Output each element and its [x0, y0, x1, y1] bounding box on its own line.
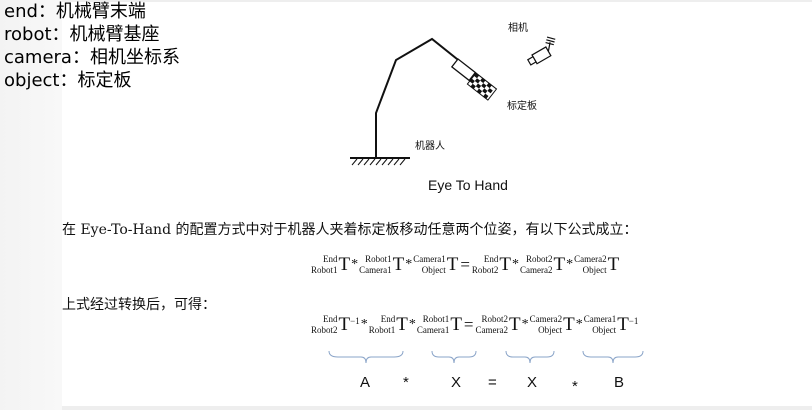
symbol-x-1: X: [451, 374, 462, 391]
multiply-op: *: [405, 257, 413, 272]
legend: end：机械臂末端 robot：机械臂基座 camera：相机坐标系 objec…: [4, 0, 180, 92]
transform-term: Camera2 Object T: [574, 254, 620, 275]
transform-term: End Robot1 T: [311, 254, 351, 275]
transform-term: Robot2 Camera2 T: [475, 314, 521, 335]
transform-term: Camera1 Object T −1: [583, 314, 639, 335]
equals-op: =: [463, 315, 474, 334]
multiply-op: *: [408, 317, 416, 332]
symbol-equals: =: [488, 374, 497, 391]
equation-1: End Robot1 T * Robot1 Camera1 T * Camera1 O…: [311, 254, 619, 276]
robot-label: 机器人: [415, 141, 445, 152]
symbol-star-2: *: [572, 378, 578, 395]
multiply-op: *: [566, 257, 574, 272]
multiply-op: *: [521, 317, 529, 332]
camera-icon: [526, 36, 556, 66]
transform-term: Robot2 Camera2 T: [520, 254, 566, 275]
transform-term: Camera2 Object T: [529, 314, 575, 335]
equation-2: End Robot2 T −1 * End Robot1 T * Robot1 Came…: [311, 314, 638, 336]
legend-end: end：机械臂末端: [4, 1, 146, 22]
figure-caption: Eye To Hand: [428, 177, 508, 193]
equals-op: =: [460, 255, 470, 274]
ground-hatch: [351, 158, 406, 166]
legend-object: object：标定板: [4, 70, 132, 91]
description-text: 在 Eye-To-Hand 的配置方式中对于机器人夹着标定板移动任意两个位姿，有…: [62, 222, 638, 238]
multiply-op: *: [512, 257, 520, 272]
transform-term: Robot1 Camera1 T: [359, 254, 405, 275]
gripper: [450, 58, 477, 82]
brace-a: [328, 350, 404, 364]
transform-term: Camera1 Object T: [413, 254, 459, 275]
multiply-op: *: [575, 317, 583, 332]
legend-robot: robot：机械臂基座: [4, 24, 160, 45]
description-text-2: 上式经过转换后，可得：: [62, 297, 216, 313]
brace-x2: [505, 350, 555, 364]
transform-term: Robot1 Camera1 T: [416, 314, 462, 335]
symbol-a: A: [360, 374, 371, 391]
multiply-op: *: [351, 257, 359, 272]
transform-term: End Robot2 T −1: [311, 314, 360, 335]
symbol-b: B: [614, 374, 625, 391]
symbol-star-1: *: [403, 374, 409, 391]
board-label: 标定板: [507, 101, 537, 112]
brace-x1: [431, 350, 477, 364]
camera-label: 相机: [508, 23, 528, 34]
transform-term: End Robot2 T: [471, 254, 512, 275]
multiply-op: *: [360, 317, 368, 332]
symbol-x-2: X: [527, 374, 538, 391]
legend-camera: camera：相机坐标系: [4, 47, 180, 68]
brace-b: [582, 350, 644, 364]
transform-term: End Robot1 T: [368, 314, 408, 335]
